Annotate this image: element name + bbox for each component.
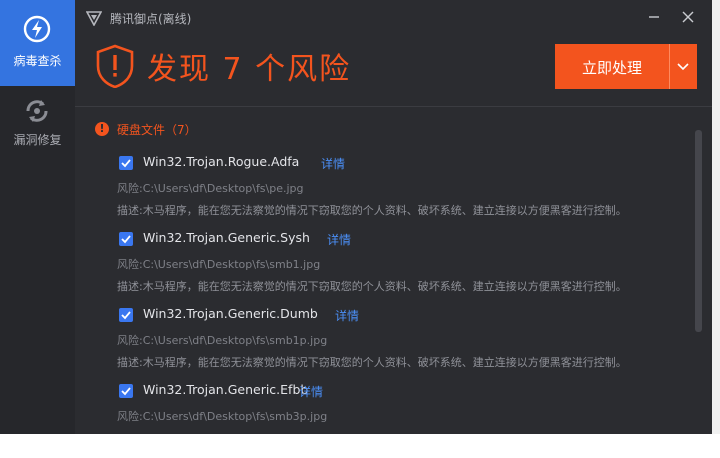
threat-item: Win32.Trojan.Rogue.Adfa 详情 风险:C:\Users\d…: [117, 154, 697, 230]
checkbox-checked-icon[interactable]: [119, 308, 133, 322]
threat-path: 风险:C:\Users\df\Desktop\fs\smb3p.jpg: [117, 410, 328, 423]
threat-path: 风险:C:\Users\df\Desktop\fs\pe.jpg: [117, 182, 304, 195]
divider: [75, 106, 712, 107]
app-title: 腾讯御点(离线): [110, 12, 192, 26]
title-bar: 腾讯御点(离线): [75, 0, 712, 34]
scrollbar[interactable]: [695, 130, 702, 332]
chevron-down-icon[interactable]: [669, 44, 697, 89]
threat-name: Win32.Trojan.Generic.Dumb: [143, 306, 318, 321]
detail-link[interactable]: 详情: [299, 383, 323, 400]
threat-item: Win32.Trojan.Generic.Sysh 详情 风险:C:\Users…: [117, 230, 697, 306]
repair-icon: [26, 100, 48, 122]
sidebar-item-label: 病毒查杀: [13, 54, 62, 68]
section-title: 硬盘文件（7）: [117, 123, 197, 137]
sidebar-item-virus-scan[interactable]: 病毒查杀: [0, 0, 75, 86]
threat-name: Win32.Trojan.Generic.Efbb: [143, 382, 309, 397]
headline: 发现 7 个风险: [147, 52, 352, 87]
sidebar: 病毒查杀 漏洞修复: [0, 0, 75, 434]
sidebar-item-vuln-repair[interactable]: 漏洞修复: [0, 86, 75, 172]
handle-now-button[interactable]: 立即处理: [555, 44, 697, 89]
threat-description: 描述:木马程序，能在您无法察觉的情况下窃取您的个人资料、破坏系统、建立连接以方便…: [117, 280, 627, 293]
handle-now-label: 立即处理: [581, 59, 642, 77]
close-icon[interactable]: [679, 8, 697, 26]
threat-name: Win32.Trojan.Generic.Sysh: [143, 230, 310, 245]
lightning-icon: [23, 15, 51, 43]
threat-path: 风险:C:\Users\df\Desktop\fs\smb1p.jpg: [117, 334, 328, 347]
detail-link[interactable]: 详情: [321, 155, 345, 172]
sidebar-item-label: 漏洞修复: [13, 133, 62, 147]
threat-description: 描述:木马程序，能在您无法察觉的情况下窃取您的个人资料、破坏系统、建立连接以方便…: [117, 356, 627, 369]
main-panel: 腾讯御点(离线) 发现 7 个风险 立即处理 ! 硬盘文件（7） Win32.T…: [75, 0, 712, 434]
threat-description: 描述:木马程序，能在您无法察觉的情况下窃取您的个人资料、破坏系统、建立连接以方便…: [117, 204, 627, 217]
checkbox-checked-icon[interactable]: [119, 232, 133, 246]
background-window-edge: [712, 0, 720, 434]
shield-logo-icon: [86, 11, 102, 26]
threat-item: Win32.Trojan.Generic.Dumb 详情 风险:C:\Users…: [117, 306, 697, 382]
checkbox-checked-icon[interactable]: [119, 156, 133, 170]
app-window: 病毒查杀 漏洞修复 腾讯御点(离线) 发现 7 个风险 立即处理 ! 硬盘文件（…: [0, 0, 712, 434]
detail-link[interactable]: 详情: [327, 231, 351, 248]
alert-icon: !: [95, 122, 109, 136]
threat-item: Win32.Trojan.Generic.Efbb 详情 风险:C:\Users…: [117, 382, 697, 458]
warning-shield-icon: [96, 44, 134, 88]
detail-link[interactable]: 详情: [335, 307, 359, 324]
threat-path: 风险:C:\Users\df\Desktop\fs\smb1.jpg: [117, 258, 321, 271]
checkbox-checked-icon[interactable]: [119, 384, 133, 398]
result-header: 发现 7 个风险 立即处理: [75, 34, 712, 106]
minimize-icon[interactable]: [645, 8, 663, 26]
threat-name: Win32.Trojan.Rogue.Adfa: [143, 154, 300, 169]
